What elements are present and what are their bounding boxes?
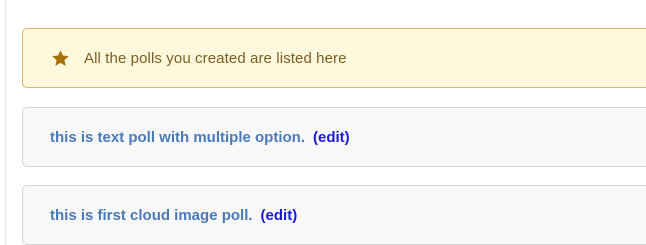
poll-title-link[interactable]: this is text poll with multiple option.	[50, 129, 305, 146]
poll-item: this is first cloud image poll. (edit)	[22, 185, 646, 245]
poll-edit-link[interactable]: (edit)	[313, 129, 350, 146]
poll-edit-link[interactable]: (edit)	[261, 207, 298, 224]
info-message: All the polls you created are listed her…	[22, 28, 646, 88]
left-panel-edge	[0, 0, 6, 245]
polls-page: All the polls you created are listed her…	[0, 0, 646, 245]
info-message-text: All the polls you created are listed her…	[84, 49, 347, 67]
poll-title-link[interactable]: this is first cloud image poll.	[50, 207, 253, 224]
star-icon	[51, 49, 70, 68]
poll-item: this is text poll with multiple option. …	[22, 107, 646, 167]
